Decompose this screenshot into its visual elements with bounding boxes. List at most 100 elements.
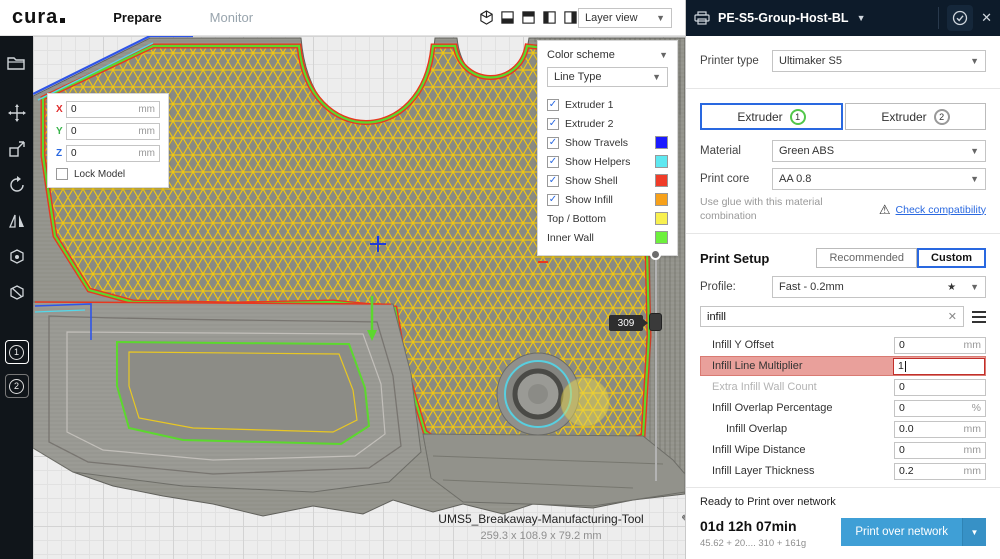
show-shell-checkbox[interactable]: ✓ xyxy=(547,175,559,187)
lock-model-checkbox[interactable] xyxy=(56,168,68,180)
setting-value-input[interactable]: 0 xyxy=(894,379,986,396)
view-mode-dropdown[interactable]: Layer view ▼ xyxy=(578,8,672,28)
print-job-footer: Ready to Print over network 01d 12h 07mi… xyxy=(686,487,1000,559)
view-front-icon[interactable] xyxy=(499,9,516,26)
setting-value: 0 xyxy=(899,339,905,351)
y-position-input[interactable]: 0 mm xyxy=(66,123,160,140)
rotate-tool-button[interactable] xyxy=(0,170,33,200)
x-position-row: X 0 mm xyxy=(56,101,160,118)
show-travels-checkbox[interactable]: ✓ xyxy=(547,137,559,149)
extruder-2-tab[interactable]: Extruder 2 xyxy=(845,103,986,130)
shell-color-swatch xyxy=(655,174,668,187)
layer-slider-top-handle[interactable] xyxy=(650,249,661,260)
chevron-down-icon: ▼ xyxy=(857,13,866,23)
tab-prepare[interactable]: Prepare xyxy=(113,10,161,25)
toggle-label: Show Helpers xyxy=(565,156,630,168)
toggle-show-helpers: ✓ Show Helpers xyxy=(547,152,668,171)
3d-viewport[interactable]: X 0 mm Y 0 mm Z 0 mm xyxy=(33,36,685,559)
connection-status-button[interactable] xyxy=(947,5,973,31)
model-dimensions: 259.3 x 108.9 x 79.2 mm xyxy=(408,530,674,542)
text-cursor xyxy=(905,361,906,372)
setting-value: 0.0 xyxy=(899,423,914,435)
extruder-1-tab[interactable]: Extruder 1 xyxy=(700,103,843,130)
setting-value-input[interactable]: 0.0 mm xyxy=(894,421,986,438)
print-time-estimate: 01d 12h 07min xyxy=(700,518,806,534)
setting-value-input[interactable]: 0 mm xyxy=(894,442,986,459)
extruder-2-checkbox[interactable]: ✓ xyxy=(547,118,559,130)
print-core-dropdown[interactable]: AA 0.8 ▼ xyxy=(772,168,986,190)
toggle-extruder-1: ✓ Extruder 1 xyxy=(547,95,668,114)
printer-type-value: Ultimaker S5 xyxy=(779,55,842,67)
setting-unit: % xyxy=(972,402,981,414)
setup-mode-toggle: Recommended Custom xyxy=(816,248,986,268)
extruder-tab-label: Extruder xyxy=(737,110,782,124)
setting-unit: mm xyxy=(964,339,982,351)
layer-slider-track[interactable] xyxy=(655,253,657,481)
setting-unit: mm xyxy=(964,423,982,435)
compatibility-group: ⚠ Check compatibility xyxy=(879,202,986,218)
custom-mode-button[interactable]: Custom xyxy=(917,248,986,268)
color-scheme-value: Line Type xyxy=(554,71,602,83)
setting-row: Infill Overlap Percentage 0 % xyxy=(700,398,986,418)
support-blocker-button[interactable] xyxy=(0,278,33,308)
view-left-icon[interactable] xyxy=(541,9,558,26)
toggle-label: Show Travels xyxy=(565,137,628,149)
toggle-show-travels: ✓ Show Travels xyxy=(547,133,668,152)
setting-row: Infill Y Offset 0 mm xyxy=(700,335,986,355)
layer-number-badge[interactable]: 309 xyxy=(609,315,643,331)
machine-header[interactable]: PE-S5-Group-Host-BL ▼ ✕ xyxy=(686,0,1000,36)
show-infill-checkbox[interactable]: ✓ xyxy=(547,194,559,206)
scale-tool-button[interactable] xyxy=(0,134,33,164)
setting-label: Extra Infill Wall Count xyxy=(712,381,894,393)
recommended-mode-button[interactable]: Recommended xyxy=(816,248,917,268)
mirror-tool-button[interactable] xyxy=(0,206,33,236)
extruder-tab-label: Extruder xyxy=(881,110,926,124)
printer-type-dropdown[interactable]: Ultimaker S5 ▼ xyxy=(772,50,986,72)
close-icon[interactable]: ✕ xyxy=(981,10,992,26)
toggle-show-infill: ✓ Show Infill xyxy=(547,190,668,209)
tab-monitor[interactable]: Monitor xyxy=(210,10,253,25)
chevron-down-icon: ▼ xyxy=(964,282,979,292)
z-value: 0 xyxy=(71,148,77,159)
view-3d-icon[interactable] xyxy=(478,9,495,26)
open-file-button[interactable] xyxy=(0,48,33,78)
toggle-label: Extruder 1 xyxy=(565,99,613,111)
setting-value: 0.2 xyxy=(899,465,914,477)
setting-value-input[interactable]: 0 % xyxy=(894,400,986,417)
divider xyxy=(686,88,1000,89)
setting-search-input[interactable]: infill ✕ xyxy=(700,306,964,327)
sidebar-extruder-1-button[interactable]: 1 xyxy=(5,340,29,364)
setting-value-input-active[interactable]: 1 xyxy=(893,358,985,375)
printer-type-label: Printer type xyxy=(700,55,772,67)
print-options-arrow[interactable]: ▼ xyxy=(962,518,986,546)
layer-slider-handle[interactable] xyxy=(649,313,662,331)
show-helpers-checkbox[interactable]: ✓ xyxy=(547,156,559,168)
glue-note: Use glue with this material combination xyxy=(700,196,823,223)
view-top-icon[interactable] xyxy=(520,9,537,26)
x-position-input[interactable]: 0 mm xyxy=(66,101,160,118)
material-dropdown[interactable]: Green ABS ▼ xyxy=(772,140,986,162)
print-over-network-button[interactable]: Print over network ▼ xyxy=(841,518,986,546)
z-position-row: Z 0 mm xyxy=(56,145,160,162)
check-compatibility-link[interactable]: Check compatibility xyxy=(896,204,986,216)
z-position-input[interactable]: 0 mm xyxy=(66,145,160,162)
sidebar-extruder-group: 1 2 xyxy=(5,330,29,398)
setting-value-input[interactable]: 0 mm xyxy=(894,337,986,354)
travels-color-swatch xyxy=(655,136,668,149)
color-scheme-dropdown[interactable]: Line Type ▼ xyxy=(547,67,668,87)
cura-window: cura Prepare Monitor Layer view ▼ xyxy=(0,0,1000,559)
extruder-1-checkbox[interactable]: ✓ xyxy=(547,99,559,111)
setting-value-input[interactable]: 0.2 mm xyxy=(894,463,986,480)
sidebar-extruder-2-button[interactable]: 2 xyxy=(5,374,29,398)
setting-row-child: Infill Overlap 0.0 mm xyxy=(700,419,986,439)
profile-dropdown[interactable]: Fast - 0.2mm ★ ▼ xyxy=(772,276,986,298)
setting-visibility-menu-icon[interactable] xyxy=(972,311,986,323)
clear-search-icon[interactable]: ✕ xyxy=(948,310,957,323)
color-scheme-header[interactable]: Color scheme ▼ xyxy=(547,49,668,61)
view-right-icon[interactable] xyxy=(562,9,579,26)
chevron-down-icon: ▼ xyxy=(659,50,668,60)
print-core-value: AA 0.8 xyxy=(779,173,811,185)
move-tool-button[interactable] xyxy=(0,98,33,128)
per-model-settings-button[interactable] xyxy=(0,242,33,272)
circular-hole-center xyxy=(528,384,548,404)
